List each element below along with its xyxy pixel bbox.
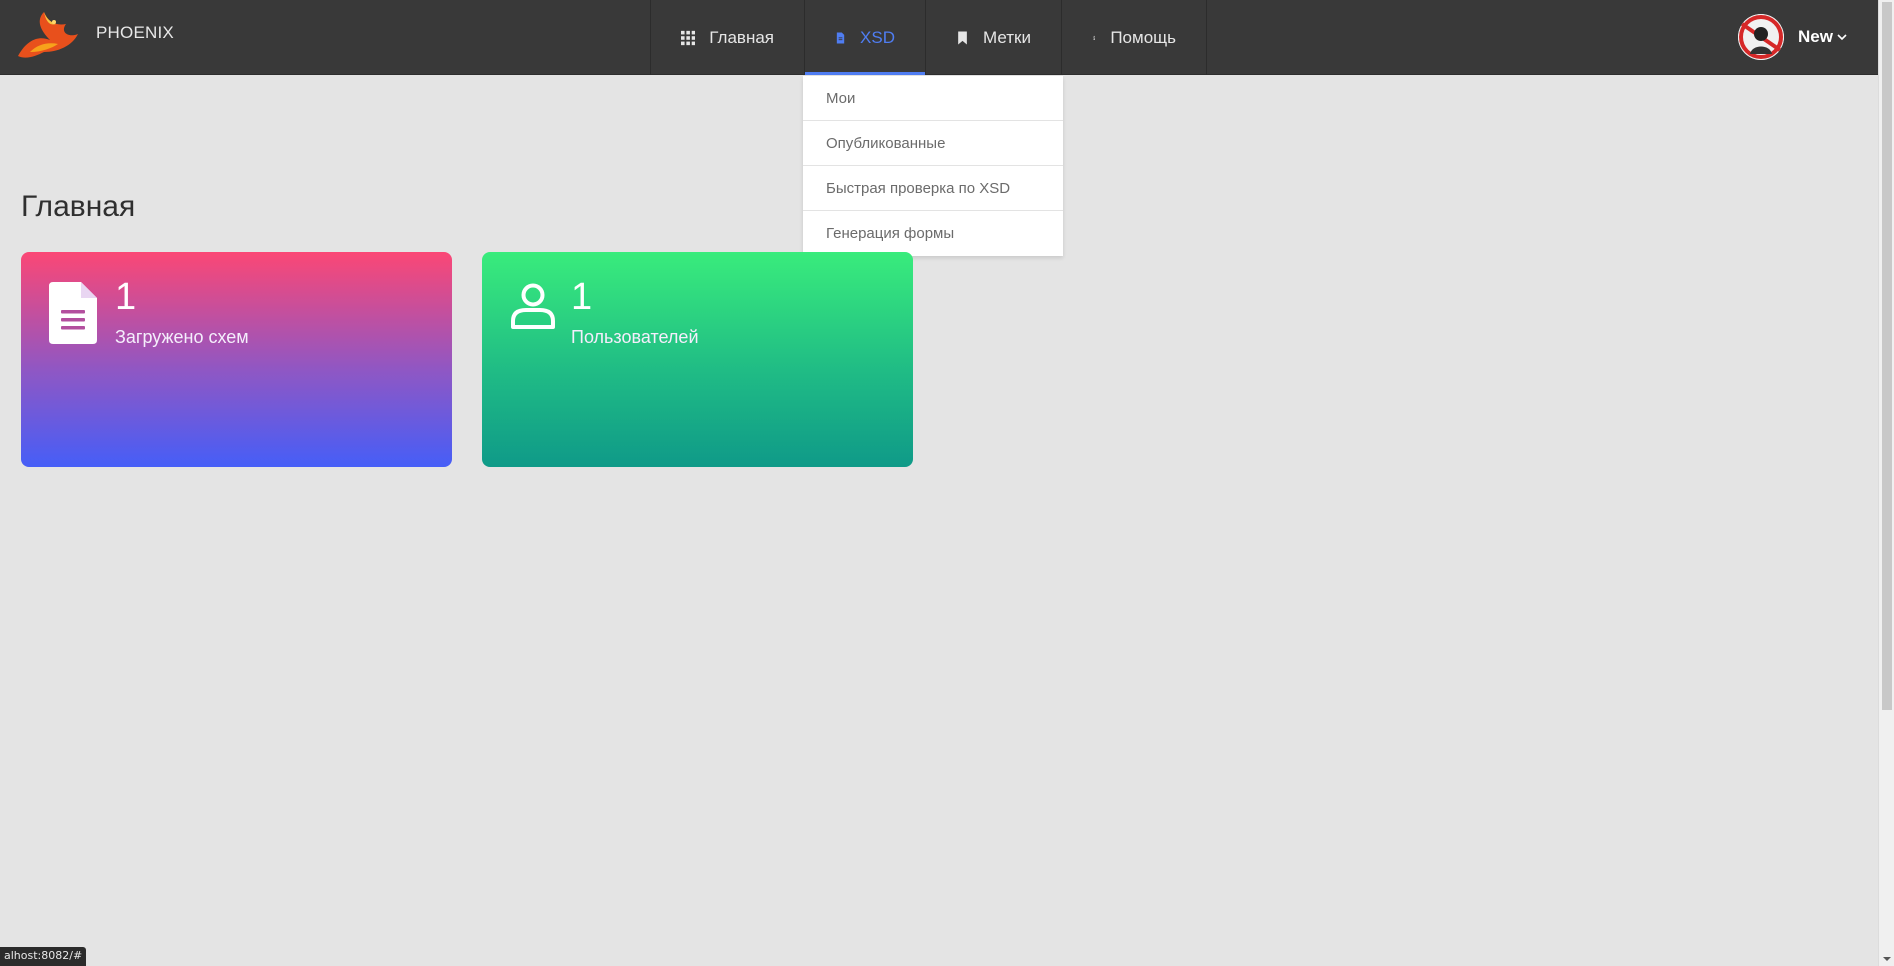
nav-item-tags[interactable]: Метки: [926, 0, 1062, 75]
card-label: Пользователей: [571, 327, 699, 347]
stat-card-users[interactable]: 1 Пользователей: [482, 252, 913, 467]
xsd-dropdown-menu: Мои Опубликованные Быстрая проверка по X…: [803, 76, 1063, 256]
stat-card-schemas[interactable]: 1 Загружено схем: [21, 252, 452, 467]
bookmark-icon: [958, 30, 967, 45]
nav-item-xsd[interactable]: XSD: [805, 0, 926, 75]
top-navbar: PHOENIX Главная XSD Метки Помощь New: [0, 0, 1878, 75]
main-nav: Главная XSD Метки Помощь: [650, 0, 1207, 75]
brand[interactable]: PHOENIX: [10, 8, 174, 64]
user-name: New: [1798, 27, 1833, 46]
nav-item-home[interactable]: Главная: [651, 0, 805, 75]
nav-label-home: Главная: [709, 27, 774, 47]
nav-label-tags: Метки: [983, 27, 1031, 47]
card-count: 1: [115, 276, 137, 318]
card-count: 1: [571, 276, 593, 318]
file-icon: [49, 282, 97, 344]
card-label: Загружено схем: [115, 327, 249, 347]
status-bar-url: alhost:8082/#: [0, 947, 87, 966]
menu-item-my[interactable]: Мои: [803, 76, 1063, 121]
brand-name: PHOENIX: [96, 23, 174, 42]
page-title: Главная: [21, 190, 136, 223]
avatar-image: [1738, 14, 1784, 60]
info-icon: [1093, 35, 1096, 40]
avatar[interactable]: [1738, 14, 1784, 60]
menu-item-published[interactable]: Опубликованные: [803, 121, 1063, 166]
chevron-down-icon: [1837, 34, 1847, 41]
scrollbar-thumb[interactable]: [1882, 2, 1892, 710]
grid-icon: [681, 30, 696, 45]
phoenix-logo-icon: [18, 12, 78, 58]
page-scrollbar[interactable]: [1878, 0, 1894, 966]
user-menu[interactable]: New: [1738, 14, 1847, 60]
menu-item-form-generation[interactable]: Генерация формы: [803, 211, 1063, 256]
menu-item-quick-validate[interactable]: Быстрая проверка по XSD: [803, 166, 1063, 211]
document-icon: [836, 31, 845, 44]
nav-label-help: Помощь: [1110, 27, 1176, 47]
nav-label-xsd: XSD: [860, 27, 895, 47]
user-icon: [511, 283, 555, 329]
nav-item-help[interactable]: Помощь: [1062, 0, 1207, 75]
scroll-down-arrow-icon[interactable]: [1882, 954, 1892, 964]
